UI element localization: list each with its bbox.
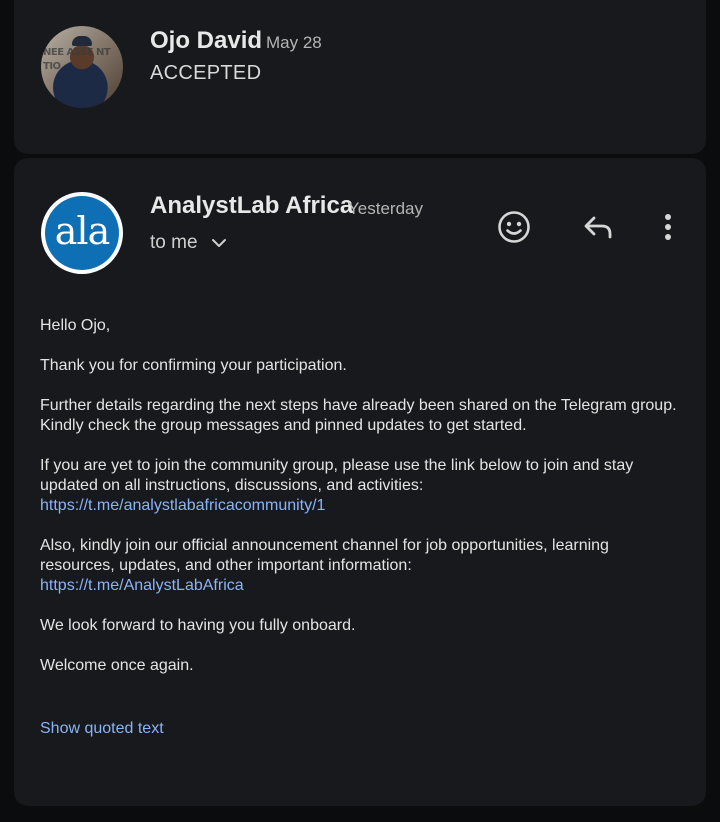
closing-line: Welcome once again. — [40, 657, 194, 674]
reply-icon — [584, 216, 612, 239]
react-button[interactable] — [492, 205, 536, 249]
body-paragraph-with-link: If you are yet to join the community gro… — [40, 456, 680, 516]
message-date: Yesterday — [348, 199, 423, 218]
smiley-icon — [498, 211, 530, 243]
greeting: Hello Ojo, — [40, 317, 111, 334]
avatar-sign-text: NEE ASSE NT TIO — [43, 47, 111, 72]
message-body: Hello Ojo, Thank you for confirming your… — [40, 316, 680, 696]
body-paragraph: Further details regarding the next steps… — [40, 397, 677, 434]
recipient-label: to me — [150, 232, 198, 253]
message-card: ala AnalystLab Africa Yesterday to me He… — [14, 158, 706, 806]
body-paragraph: If you are yet to join the community gro… — [40, 457, 634, 494]
announcement-channel-link[interactable]: https://t.me/AnalystLabAfrica — [40, 576, 680, 596]
community-group-link[interactable]: https://t.me/analystlabafricacommunity/1 — [40, 496, 680, 516]
body-paragraph: Thank you for confirming your participat… — [40, 357, 347, 374]
message-date: May 28 — [266, 33, 322, 52]
sender-name: Ojo David — [150, 27, 263, 54]
sender-avatar[interactable]: NEE ASSE NT TIO — [41, 26, 123, 108]
recipient-details-toggle[interactable]: to me — [150, 232, 228, 254]
avatar-logo-circle: ala — [45, 196, 119, 270]
sender-name[interactable]: AnalystLab Africa — [150, 192, 353, 220]
avatar-cap — [72, 36, 92, 46]
more-vert-icon — [665, 214, 671, 240]
body-paragraph: We look forward to having you fully onbo… — [40, 617, 356, 634]
reply-button[interactable] — [576, 205, 620, 249]
message-snippet: ACCEPTED — [150, 62, 262, 84]
sender-avatar[interactable]: ala — [41, 192, 123, 274]
chevron-down-icon — [211, 239, 226, 247]
avatar-logo-text: ala — [54, 209, 110, 253]
show-quoted-text-link[interactable]: Show quoted text — [40, 720, 164, 738]
more-options-button[interactable] — [646, 205, 690, 249]
body-paragraph: Also, kindly join our official announcem… — [40, 537, 609, 574]
previous-message-card[interactable]: NEE ASSE NT TIO Ojo David May 28 ACCEPTE… — [14, 0, 706, 154]
body-paragraph-with-link: Also, kindly join our official announcem… — [40, 536, 680, 596]
